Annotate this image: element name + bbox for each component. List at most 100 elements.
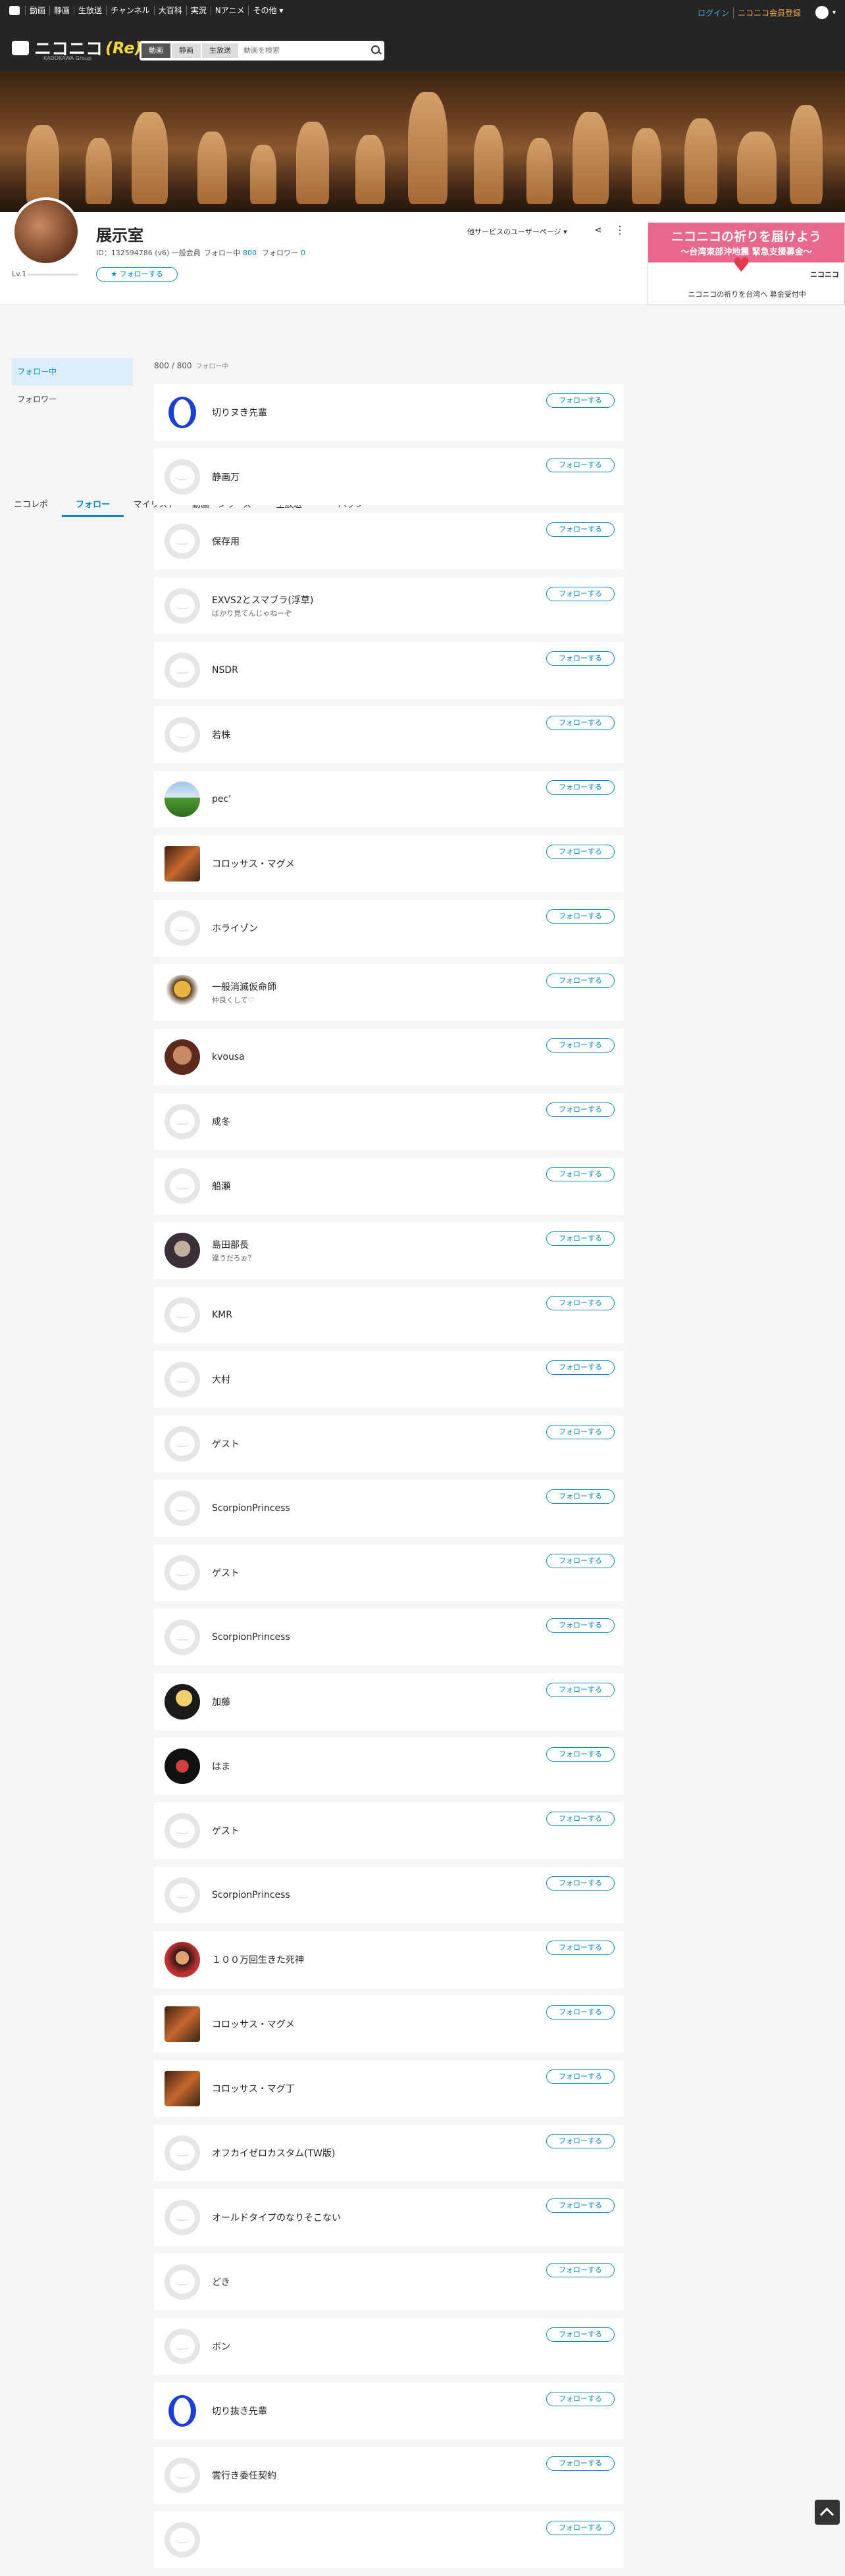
list-item[interactable]: どき フォローする	[154, 2254, 624, 2310]
follow-button[interactable]: フォローする	[546, 2456, 615, 2471]
user-name-link[interactable]: kvousa	[212, 1052, 245, 1062]
user-name-link[interactable]: ゲスト	[212, 1566, 240, 1579]
login-link[interactable]: ログイン	[698, 7, 729, 18]
list-item[interactable]: コロッサス・マグメ フォローする	[154, 1996, 624, 2052]
user-name-link[interactable]: 一般消滅仮命師	[212, 980, 276, 993]
share-icon[interactable]: ⋖	[594, 225, 602, 235]
follow-button[interactable]: フォローする	[546, 651, 615, 666]
user-name-link[interactable]: ボン	[212, 2340, 230, 2353]
list-item[interactable]: kvousa フォローする	[154, 1029, 624, 1085]
avatar[interactable]	[165, 1233, 200, 1268]
list-item[interactable]: ゲスト フォローする	[154, 1416, 624, 1472]
follow-button[interactable]: フォローする	[546, 1296, 615, 1310]
list-item[interactable]: EXVS2とスマブラ(浮草) ばかり見てんじゃねーぞ フォローする	[154, 578, 624, 634]
avatar[interactable]	[165, 781, 200, 817]
list-item[interactable]: オフカイゼロカスタム(TW版) フォローする	[154, 2125, 624, 2181]
user-name-link[interactable]: EXVS2とスマブラ(浮草)	[212, 593, 313, 607]
follow-button[interactable]: フォローする	[546, 1360, 615, 1375]
list-item[interactable]: ゲスト フォローする	[154, 1802, 624, 1859]
list-item[interactable]: 切り抜き先輩 フォローする	[154, 2383, 624, 2439]
list-item[interactable]: KMR フォローする	[154, 1287, 624, 1343]
user-name-link[interactable]: NSDR	[212, 665, 238, 676]
user-name-link[interactable]: オールドタイプのなりそこない	[212, 2211, 341, 2224]
avatar[interactable]	[165, 2135, 200, 2171]
niconico-tv-icon[interactable]	[9, 6, 20, 15]
user-name-link[interactable]: 成冬	[212, 1115, 230, 1128]
user-name-link[interactable]: 若株	[212, 728, 230, 741]
follow-button[interactable]: フォローする	[546, 1876, 615, 1891]
user-name-link[interactable]: コロッサス・マグ丁	[212, 2082, 295, 2095]
list-item[interactable]: １００万回生きた死神 フォローする	[154, 1931, 624, 1988]
follow-button[interactable]: フォローする	[546, 393, 615, 408]
sidebar-item-following[interactable]: フォロー中	[12, 358, 133, 385]
list-item[interactable]: ホライゾン フォローする	[154, 900, 624, 956]
user-name-link[interactable]: 雲行き委任契約	[212, 2469, 276, 2482]
nav-item-seiga[interactable]: 静画	[49, 6, 74, 15]
user-name-link[interactable]: ScorpionPrincess	[212, 1503, 290, 1514]
avatar[interactable]	[165, 2458, 200, 2493]
tab-follow[interactable]: フォロー	[62, 493, 124, 517]
user-name-link[interactable]: はま	[212, 1760, 230, 1773]
follow-button[interactable]: フォローする	[546, 2069, 615, 2084]
search-input[interactable]	[240, 47, 369, 55]
avatar[interactable]	[165, 1168, 200, 1204]
avatar[interactable]	[165, 395, 200, 430]
avatar[interactable]	[165, 1426, 200, 1462]
chevron-down-icon[interactable]: ▾	[832, 9, 836, 16]
user-name-link[interactable]: １００万回生きた死神	[212, 1953, 304, 1966]
follow-button[interactable]: フォローする	[546, 2134, 615, 2148]
list-item[interactable]: NSDR フォローする	[154, 642, 624, 699]
follow-button[interactable]: フォローする	[546, 1941, 615, 1955]
list-item[interactable]: 一般消滅仮命師 仲良くして♡ フォローする	[154, 964, 624, 1021]
list-item[interactable]: コロッサス・マグ丁 フォローする	[154, 2060, 624, 2117]
follow-button[interactable]: フォローする	[546, 458, 615, 472]
follow-button[interactable]: フォローする	[546, 2327, 615, 2342]
user-name-link[interactable]: 島田部長	[212, 1238, 255, 1251]
user-name-link[interactable]: 大村	[212, 1373, 230, 1386]
avatar[interactable]	[165, 910, 200, 946]
user-name-link[interactable]: ゲスト	[212, 1437, 240, 1450]
avatar[interactable]	[165, 1942, 200, 1977]
follow-button[interactable]: フォローする	[546, 845, 615, 859]
user-name-link[interactable]: オフカイゼロカスタム(TW版)	[212, 2146, 335, 2160]
list-item[interactable]: pec' フォローする	[154, 771, 624, 828]
avatar[interactable]	[165, 2200, 200, 2235]
more-options-icon[interactable]: ⋮	[615, 224, 625, 236]
nav-item-channel[interactable]: チャンネル	[106, 6, 154, 15]
follow-button[interactable]: フォローする	[546, 2005, 615, 2019]
user-menu-icon[interactable]	[815, 6, 829, 19]
list-item[interactable]: フォローする	[154, 2512, 624, 2568]
user-name-link[interactable]: 切りヌき先輩	[212, 406, 267, 419]
follow-button[interactable]: フォローする	[546, 1683, 615, 1697]
nav-item-video[interactable]: 動画	[25, 6, 49, 15]
follow-button[interactable]: フォローする	[546, 1554, 615, 1568]
follow-button[interactable]: フォローする	[546, 587, 615, 601]
nav-item-jikkyo[interactable]: 実況	[186, 6, 211, 15]
follow-button[interactable]: フォローする	[546, 974, 615, 988]
follow-button[interactable]: フォローする	[546, 1167, 615, 1181]
follow-button[interactable]: フォローする	[546, 1812, 615, 1826]
follow-button[interactable]: フォローする	[546, 1231, 615, 1246]
tab-nicorepo[interactable]: ニコレポ	[0, 493, 62, 517]
avatar[interactable]	[165, 1877, 200, 1913]
avatar[interactable]	[165, 459, 200, 495]
user-name-link[interactable]: ホライゾン	[212, 922, 258, 935]
search-tab-seiga[interactable]: 静画	[172, 43, 201, 58]
user-name-link[interactable]: どき	[212, 2275, 230, 2289]
avatar[interactable]	[165, 2006, 200, 2042]
user-name-link[interactable]: ScorpionPrincess	[212, 1890, 290, 1900]
user-name-link[interactable]: pec'	[212, 794, 231, 805]
list-item[interactable]: 大村 フォローする	[154, 1351, 624, 1408]
follow-button[interactable]: フォローする	[546, 1747, 615, 1762]
donation-ad-banner[interactable]: ニコニコの祈りを届けよう ～台湾東部沖地震 緊急支援募金～ ♥ ニコニコ ニコニ…	[648, 222, 845, 305]
avatar[interactable]	[165, 588, 200, 624]
scroll-to-top-button[interactable]	[815, 2500, 840, 2525]
avatar[interactable]	[165, 846, 200, 881]
list-item[interactable]: 成冬 フォローする	[154, 1093, 624, 1150]
follow-button[interactable]: フォローする	[546, 522, 615, 537]
follower-count[interactable]: 0	[301, 249, 305, 257]
user-name-link[interactable]: コロッサス・マグメ	[212, 2018, 295, 2031]
avatar[interactable]	[165, 1491, 200, 1526]
avatar[interactable]	[165, 1104, 200, 1139]
other-services-menu[interactable]: 他サービスのユーザーページ ▾	[467, 226, 567, 237]
